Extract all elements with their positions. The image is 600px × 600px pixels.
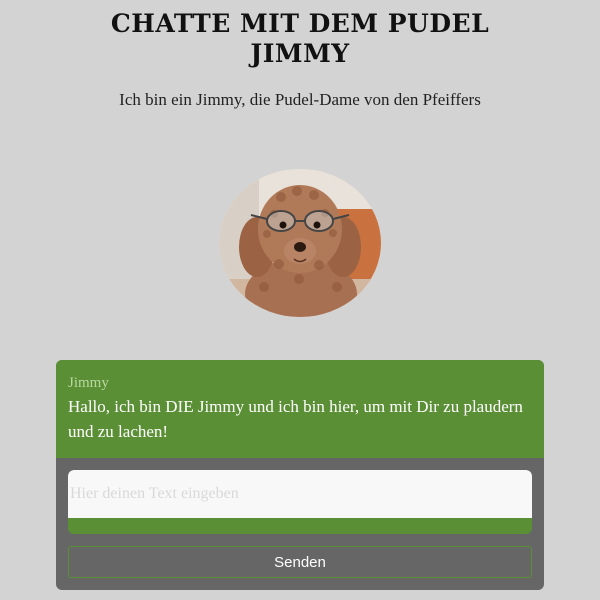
chat-message: Jimmy Hallo, ich bin DIE Jimmy und ich b…: [56, 360, 544, 458]
message-input-container: [68, 470, 532, 534]
avatar: [219, 169, 381, 317]
message-text: Hallo, ich bin DIE Jimmy und ich bin hie…: [68, 397, 523, 441]
chat-panel: Jimmy Hallo, ich bin DIE Jimmy und ich b…: [56, 360, 544, 590]
message-input[interactable]: [68, 470, 532, 518]
page-subtitle: Ich bin ein Jimmy, die Pudel-Dame von de…: [119, 90, 481, 109]
page-title: CHATTE MIT DEM PUDEL JIMMY: [110, 9, 490, 68]
send-button[interactable]: Senden: [68, 546, 532, 578]
poodle-photo-icon: [219, 169, 381, 317]
message-sender: Jimmy: [68, 375, 109, 391]
page: CHATTE MIT DEM PUDEL JIMMY Ich bin ein J…: [0, 0, 600, 600]
